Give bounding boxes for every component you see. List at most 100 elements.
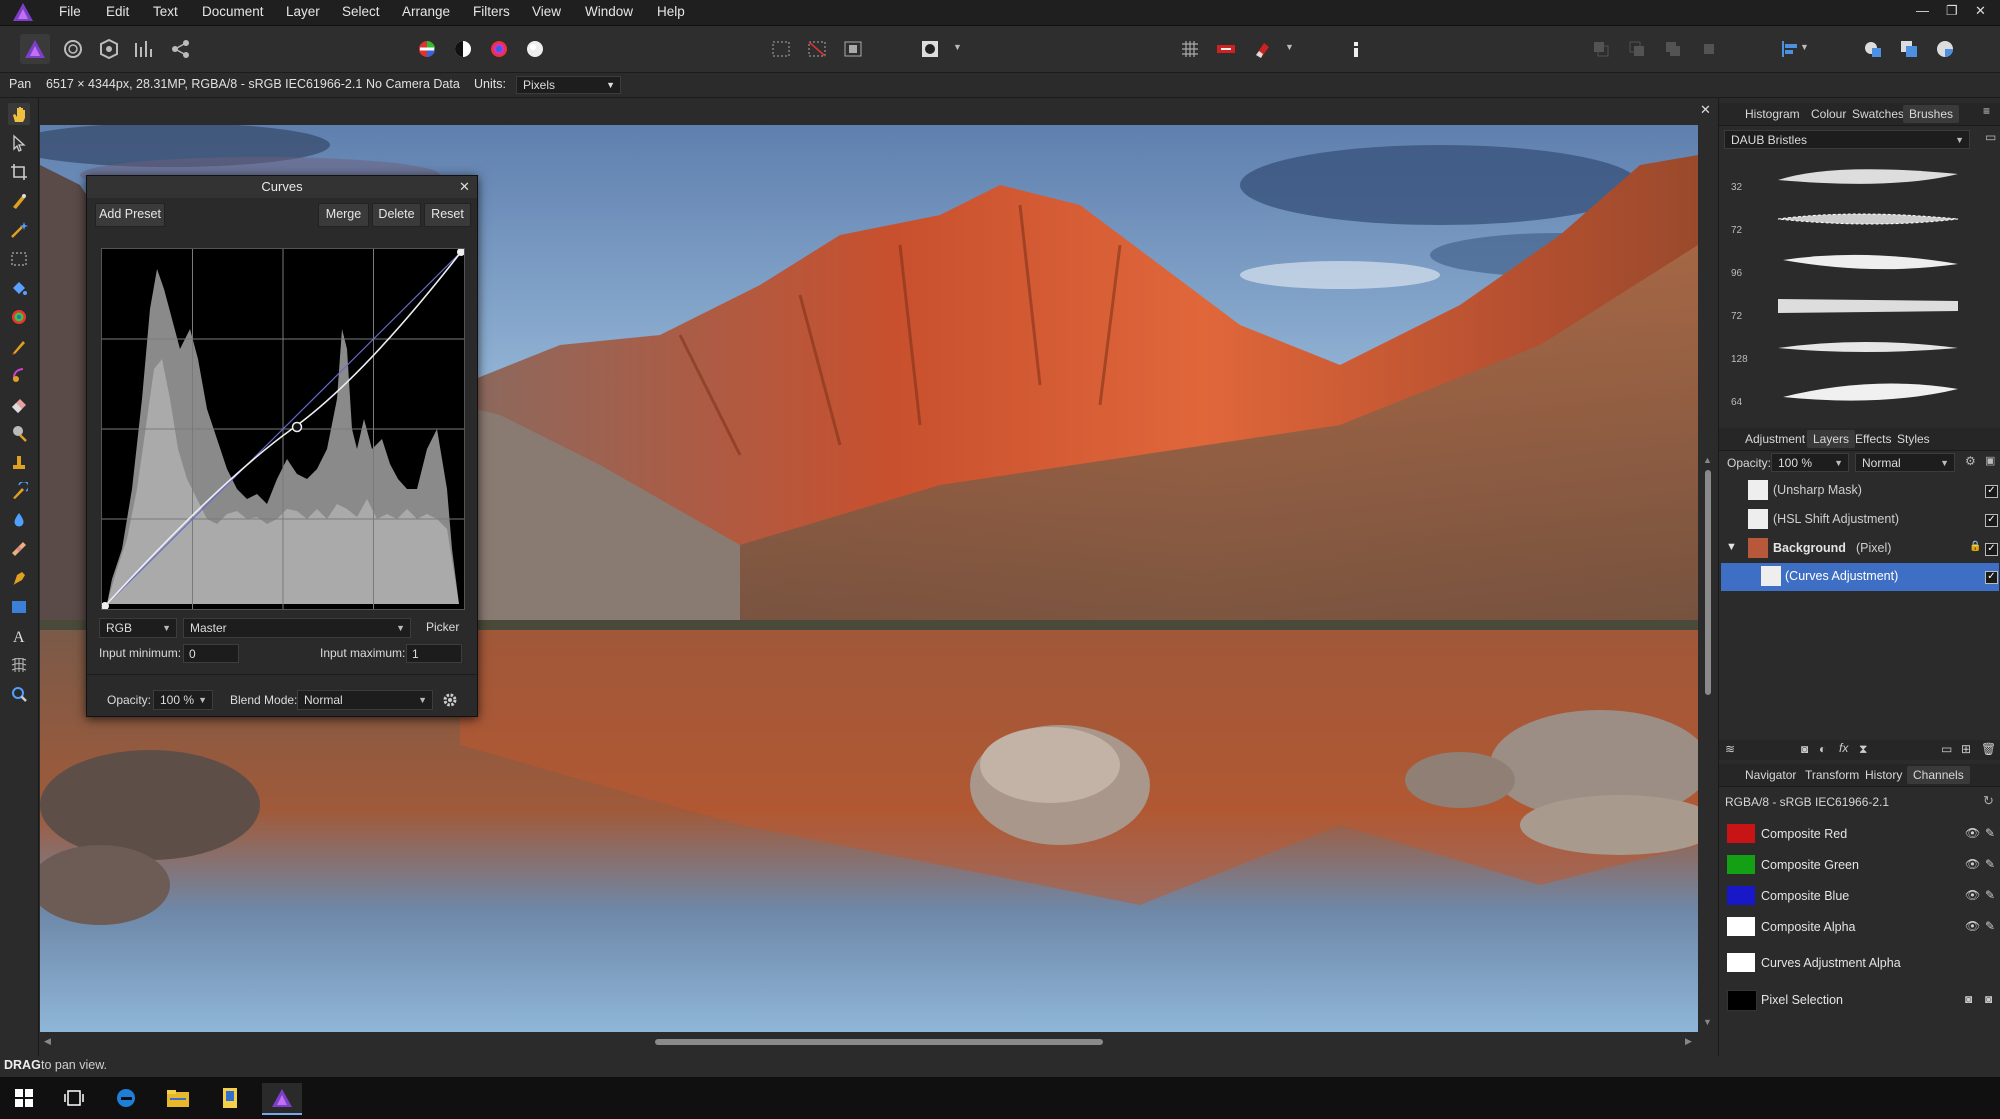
vertical-scrollbar[interactable]: ▲ ▼ bbox=[1700, 125, 1716, 1032]
marquee-tool-button[interactable] bbox=[8, 248, 30, 270]
liquify-persona-button[interactable] bbox=[58, 34, 88, 64]
brush-item[interactable]: 96 bbox=[1723, 242, 1987, 285]
expand-triangle-icon[interactable]: ▼ bbox=[1726, 541, 1737, 553]
flood-fill-tool-button[interactable] bbox=[8, 277, 30, 299]
input-minimum-field[interactable]: 0 bbox=[183, 644, 239, 663]
close-dialog-icon[interactable]: ✕ bbox=[459, 179, 470, 195]
menu-help[interactable]: Help bbox=[657, 4, 685, 19]
arrange-front-button[interactable] bbox=[1694, 34, 1724, 64]
tab-effects[interactable]: Effects bbox=[1855, 432, 1891, 446]
crop-tool-button[interactable] bbox=[8, 161, 30, 183]
trash-icon[interactable]: 🗑 bbox=[1981, 742, 1996, 756]
rectangle-tool-button[interactable] bbox=[8, 596, 30, 618]
auto-levels-button[interactable] bbox=[412, 34, 442, 64]
brush-options-icon[interactable]: ▭ bbox=[1985, 130, 1996, 144]
refresh-icon[interactable]: ↻ bbox=[1983, 793, 1994, 809]
dodge-tool-button[interactable] bbox=[8, 422, 30, 444]
tone-mapping-persona-button[interactable] bbox=[130, 34, 160, 64]
combine-intersect-button[interactable] bbox=[1930, 34, 1960, 64]
adjustment-layer-icon[interactable]: ◐ bbox=[1819, 742, 1826, 756]
combine-add-button[interactable] bbox=[1858, 34, 1888, 64]
brush-item[interactable]: 72 bbox=[1723, 285, 1987, 328]
gear-icon[interactable]: ⚙ bbox=[1965, 454, 1976, 468]
snapping-button[interactable] bbox=[1247, 34, 1277, 64]
tab-navigator[interactable]: Navigator bbox=[1745, 768, 1796, 782]
brush-item[interactable]: 64 bbox=[1723, 371, 1987, 414]
quick-mask-dropdown-icon[interactable]: ▼ bbox=[953, 42, 962, 52]
menu-filters[interactable]: Filters bbox=[473, 4, 510, 19]
channel-row[interactable]: Pixel Selection ◙ ◙ bbox=[1721, 984, 1999, 1015]
brush-item[interactable]: 72 bbox=[1723, 199, 1987, 242]
selection-brush-tool-button[interactable] bbox=[8, 190, 30, 212]
layer-blend-dropdown[interactable]: Normal ▼ bbox=[1855, 453, 1955, 472]
clone-brush-tool-button[interactable] bbox=[8, 451, 30, 473]
affinity-photo-taskbar-button[interactable] bbox=[262, 1083, 302, 1115]
gear-icon[interactable] bbox=[442, 692, 458, 708]
eye-icon[interactable]: 👁 bbox=[1965, 857, 1980, 871]
scroll-left-icon[interactable]: ◀ bbox=[44, 1036, 51, 1047]
tab-swatches[interactable]: Swatches bbox=[1852, 107, 1904, 121]
flood-select-tool-button[interactable] bbox=[8, 219, 30, 241]
tab-adjustment[interactable]: Adjustment bbox=[1745, 432, 1805, 446]
undo-brush-tool-button[interactable] bbox=[8, 480, 30, 502]
delete-button[interactable]: Delete bbox=[372, 203, 421, 227]
start-button[interactable] bbox=[4, 1083, 44, 1113]
menu-file[interactable]: File bbox=[59, 4, 81, 19]
tab-brushes[interactable]: Brushes bbox=[1903, 105, 1960, 123]
reset-button[interactable]: Reset bbox=[424, 203, 471, 227]
edit-pencil-icon[interactable]: ✎ bbox=[1985, 857, 1995, 871]
add-layer-icon[interactable]: ⊞ bbox=[1961, 742, 1971, 756]
tab-layers[interactable]: Layers bbox=[1807, 430, 1856, 448]
view-tool-button[interactable] bbox=[8, 103, 30, 125]
auto-white-balance-button[interactable] bbox=[520, 34, 550, 64]
menu-text[interactable]: Text bbox=[153, 4, 178, 19]
edit-pencil-icon[interactable]: ✎ bbox=[1985, 826, 1995, 840]
layer-visibility-checkbox[interactable]: ✓ bbox=[1985, 485, 1998, 498]
move-tool-button[interactable] bbox=[8, 132, 30, 154]
layer-visibility-checkbox[interactable]: ✓ bbox=[1985, 514, 1998, 527]
fx-icon[interactable]: fx bbox=[1839, 741, 1848, 755]
eye-icon[interactable]: 👁 bbox=[1965, 826, 1980, 840]
brush-item[interactable]: 128 bbox=[1723, 328, 1987, 371]
task-view-button[interactable] bbox=[54, 1083, 94, 1113]
layer-visibility-checkbox[interactable]: ✓ bbox=[1985, 571, 1998, 584]
arrange-forward-button[interactable] bbox=[1658, 34, 1688, 64]
layer-row[interactable]: (Unsharp Mask) ✓ bbox=[1721, 477, 1999, 505]
pen-tool-button[interactable] bbox=[8, 567, 30, 589]
opacity-dropdown[interactable]: 100 % ▼ bbox=[153, 690, 213, 710]
brush-category-dropdown[interactable]: DAUB Bristles ▼ bbox=[1724, 130, 1970, 149]
affinity-photo-logo-icon[interactable] bbox=[12, 2, 34, 22]
lock-icon[interactable]: 🔒 bbox=[1969, 541, 1981, 552]
lock-icon[interactable]: ▣ bbox=[1985, 454, 1995, 467]
merge-button[interactable]: Merge bbox=[318, 203, 369, 227]
input-maximum-field[interactable]: 1 bbox=[406, 644, 462, 663]
blur-brush-tool-button[interactable] bbox=[8, 509, 30, 531]
add-preset-button[interactable]: Add Preset bbox=[95, 203, 165, 227]
horizontal-scrollbar[interactable]: ◀ ▶ bbox=[40, 1033, 1698, 1053]
edit-pencil-icon[interactable]: ✎ bbox=[1985, 888, 1995, 902]
gradient-tool-button[interactable] bbox=[8, 306, 30, 328]
channel-row[interactable]: Curves Adjustment Alpha bbox=[1721, 947, 1999, 978]
assistant-button[interactable] bbox=[1211, 34, 1241, 64]
layer-visibility-checkbox[interactable]: ✓ bbox=[1985, 543, 1998, 556]
snapping-dropdown-icon[interactable]: ▼ bbox=[1285, 42, 1294, 52]
auto-colours-button[interactable] bbox=[484, 34, 514, 64]
mesh-warp-tool-button[interactable] bbox=[8, 654, 30, 676]
channel-row[interactable]: Composite Alpha 👁 ✎ bbox=[1721, 911, 1999, 942]
menu-view[interactable]: View bbox=[532, 4, 561, 19]
paint-brush-tool-button[interactable] bbox=[8, 335, 30, 357]
edit-pencil-icon[interactable]: ✎ bbox=[1985, 919, 1995, 933]
arrange-back-button[interactable] bbox=[1586, 34, 1616, 64]
tab-history[interactable]: History bbox=[1865, 768, 1902, 782]
tab-colour[interactable]: Colour bbox=[1811, 107, 1846, 121]
menu-select[interactable]: Select bbox=[342, 4, 380, 19]
close-document-icon[interactable]: ✕ bbox=[1700, 102, 1711, 118]
tab-styles[interactable]: Styles bbox=[1897, 432, 1930, 446]
invert-selection-button[interactable] bbox=[838, 34, 868, 64]
channel-dropdown[interactable]: Master ▼ bbox=[183, 618, 411, 638]
arrange-backward-button[interactable] bbox=[1622, 34, 1652, 64]
layers-stack-icon[interactable]: ≋ bbox=[1725, 742, 1735, 756]
tab-histogram[interactable]: Histogram bbox=[1745, 107, 1800, 121]
deselect-button[interactable] bbox=[802, 34, 832, 64]
tab-transform[interactable]: Transform bbox=[1805, 768, 1859, 782]
